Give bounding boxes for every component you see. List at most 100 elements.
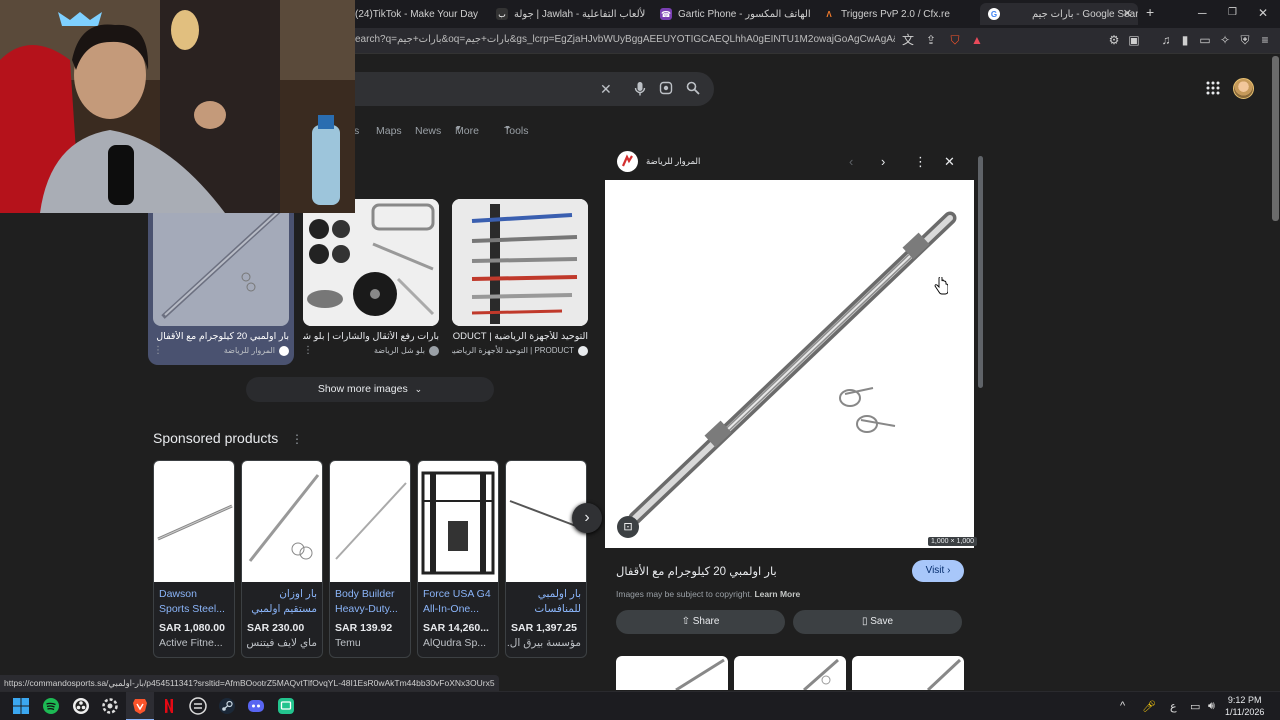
visit-label: Visit (925, 565, 945, 576)
tab-google-search[interactable]: G بارات جيم - Google Search ✕ (980, 3, 1138, 25)
show-more-images-button[interactable]: Show more images ⌄ (246, 377, 494, 402)
product-store: مؤسسة بيرق ال... (506, 637, 581, 649)
steam-icon[interactable] (218, 697, 236, 715)
discord-icon[interactable] (247, 697, 265, 715)
more-options-icon[interactable]: ⋮ (303, 345, 313, 356)
spotify-icon[interactable] (42, 697, 60, 715)
game-app-icon[interactable] (277, 697, 295, 715)
share-button[interactable]: ⇧ Share (616, 610, 785, 634)
lens-search-image-button[interactable]: ⊡ (617, 516, 639, 538)
share-icon[interactable]: ⇪ (924, 33, 938, 47)
lens-search-icon[interactable] (659, 81, 673, 98)
page-scroll-thumb[interactable] (1272, 56, 1279, 221)
source-name: PRODUCT | التوحيد للأجهزة الرياضية (452, 346, 574, 355)
related-image-2[interactable] (734, 656, 846, 690)
sponsored-product-5[interactable]: بار اولمبي للمنافسات PETITION/... SAR 1,… (505, 460, 587, 658)
nav-tab-maps[interactable]: Maps (376, 125, 402, 137)
tab-title: جولة | Jawlah - منصة الألعاب التفاعلية (514, 8, 646, 20)
network-icon[interactable]: ▭ (1190, 700, 1200, 713)
voice-search-icon[interactable] (634, 81, 646, 100)
sponsored-product-4[interactable]: Force USA G4 All-In-One... SAR 14,260...… (417, 460, 499, 658)
search-input[interactable]: ✕ (300, 72, 714, 106)
vpn-icon[interactable]: ⛨ (1238, 33, 1252, 47)
product-name: Force USA G4 All-In-One... (423, 588, 491, 615)
product-name: بار اولمبي للمنافسات PETITION/... (521, 588, 581, 619)
new-tab-button[interactable]: + (1146, 4, 1154, 20)
product-image (330, 461, 410, 582)
related-image-3[interactable] (852, 656, 964, 690)
tab-jawlah[interactable]: ب جولة | Jawlah - منصة الألعاب التفاعلية (496, 3, 646, 25)
tab-title: Gartic Phone - لعبة الهاتف المكسور (678, 8, 810, 20)
tray-overflow-icon[interactable]: ^ (1120, 700, 1125, 712)
brave-shield-icon[interactable]: ⛉ (948, 33, 962, 47)
visit-button[interactable]: Visit › (912, 560, 964, 582)
sidebar-icon[interactable]: ▮ (1178, 33, 1192, 47)
learn-more-link[interactable]: Learn More (754, 589, 800, 599)
sponsored-title: Sponsored products (153, 430, 279, 446)
product-store: Active Fitne... (159, 637, 223, 649)
microphone-icon[interactable]: 🎤︎ (1142, 700, 1156, 713)
tab-tiktok[interactable]: (24)TikTok - Make Your Day (355, 3, 485, 25)
save-label: Save (870, 616, 894, 627)
product-name: Dawson Sports Steel... (159, 588, 225, 615)
close-tab-icon[interactable]: ✕ (1123, 7, 1132, 20)
carousel-next-button[interactable]: › (572, 503, 602, 533)
image-result-1[interactable]: بار اولمبي 20 كيلوجرام مع الأقفال المروا… (153, 199, 289, 356)
translate-icon[interactable]: 文 (901, 33, 915, 47)
image-result-2[interactable]: بارات رفع الأثقال والشارات | بلو شل لتا.… (303, 199, 439, 356)
extensions-icon[interactable]: ⚙ (1107, 33, 1121, 47)
menu-icon[interactable]: ≡ (1258, 33, 1272, 47)
windows-start-icon[interactable] (12, 697, 30, 715)
netflix-icon[interactable] (160, 697, 178, 715)
more-vert-icon[interactable]: ⋮ (914, 155, 927, 169)
source-favicon (578, 345, 588, 356)
media-icon[interactable]: ♫ (1159, 33, 1173, 47)
more-options-icon[interactable]: ⋮ (153, 345, 163, 356)
capcut-icon[interactable] (189, 697, 207, 715)
sponsored-product-3[interactable]: Body Builder Heavy-Duty... SAR 139.92 Te… (329, 460, 411, 658)
search-icon[interactable] (686, 81, 700, 98)
chevron-right-icon[interactable]: › (881, 155, 885, 169)
system-clock[interactable]: 9:12 PM 1/11/2026 (1225, 694, 1264, 718)
close-preview-icon[interactable]: ✕ (944, 155, 955, 169)
product-image (242, 461, 322, 582)
image-dimensions: 1,000 × 1,000 (928, 537, 978, 546)
nav-tab-news[interactable]: News (415, 125, 441, 137)
leo-ai-icon[interactable]: ✧ (1218, 33, 1232, 47)
brave-browser-icon[interactable] (131, 697, 149, 715)
clear-search-icon[interactable]: ✕ (600, 81, 612, 97)
source-logo[interactable] (617, 151, 638, 172)
preview-scroll-thumb[interactable] (978, 156, 983, 388)
obs-icon[interactable] (72, 697, 90, 715)
result-thumbnail (303, 199, 439, 326)
sponsored-info-icon[interactable]: ⋮ (291, 432, 303, 446)
image-result-3[interactable]: التوحيد للأجهزة الرياضية | PRODUCT PRODU… (452, 199, 588, 356)
preview-image[interactable] (605, 180, 974, 548)
webcam-overlay (0, 0, 355, 213)
close-window-icon[interactable]: ✕ (1258, 6, 1268, 20)
screenshot-icon[interactable]: ▣ (1127, 33, 1141, 47)
url-field[interactable]: earch?q=بارات+جيم&oq=بارات+جيم&gs_lcrp=E… (355, 34, 895, 45)
related-image-1[interactable] (616, 656, 728, 690)
account-avatar[interactable] (1233, 78, 1254, 99)
product-name: بار اوزان مستقيم اولمبي 120 سم ... (251, 588, 317, 619)
input-language[interactable]: ع (1170, 700, 1177, 713)
chevron-right-icon: › (947, 565, 951, 576)
restore-icon[interactable]: ❐ (1228, 7, 1237, 18)
volume-icon[interactable]: 🔊︎ (1208, 700, 1215, 713)
google-apps-icon[interactable] (1206, 81, 1220, 95)
wallet-icon[interactable]: ▭ (1198, 33, 1212, 47)
tab-gartic[interactable]: ☎ Gartic Phone - لعبة الهاتف المكسور (660, 3, 810, 25)
tab-cfx[interactable]: Λ Triggers PvP 2.0 / Cfx.re (823, 3, 973, 25)
clock-time: 9:12 PM (1227, 695, 1262, 705)
save-button[interactable]: ▯ Save (793, 610, 962, 634)
settings-gear-icon[interactable] (101, 697, 119, 715)
preview-title[interactable]: بار اولمبي 20 كيلوجرام مع الأقفال (616, 564, 777, 578)
chevron-left-icon[interactable]: ‹ (849, 155, 853, 169)
result-caption: بار اولمبي 20 كيلوجرام مع الأقفال (156, 331, 289, 342)
minimize-icon[interactable]: ─ (1198, 6, 1207, 20)
brave-rewards-icon[interactable]: ▲ (970, 33, 984, 47)
preview-source-name[interactable]: المروار للرياضة (646, 156, 700, 167)
sponsored-product-1[interactable]: Dawson Sports Steel... SAR 1,080.00 Acti… (153, 460, 235, 658)
sponsored-product-2[interactable]: بار اوزان مستقيم اولمبي 120 سم ... SAR 2… (241, 460, 323, 658)
